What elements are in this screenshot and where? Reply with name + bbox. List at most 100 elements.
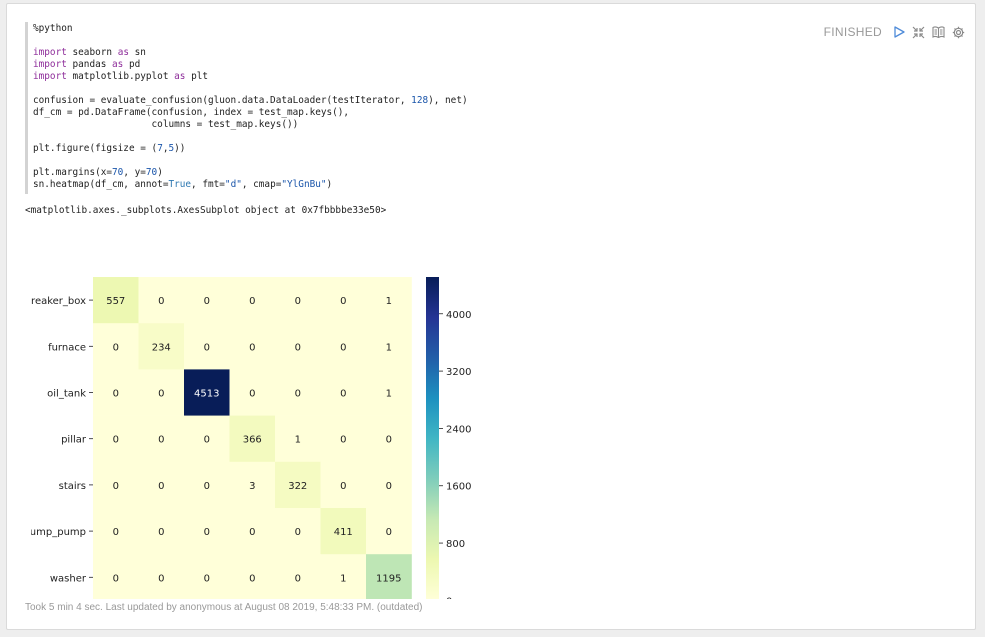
colorbar-tick-label: 1600 <box>446 482 471 493</box>
heatmap-cell-label: 0 <box>158 435 164 446</box>
heatmap-cell-label: 0 <box>295 389 301 400</box>
heatmap-cell-label: 0 <box>113 389 119 400</box>
heatmap-cell-label: 0 <box>295 527 301 538</box>
code-text[interactable]: %python import seaborn as sn import panda… <box>28 22 798 191</box>
colorbar-tick-label: 2400 <box>446 424 471 435</box>
collapse-icon[interactable] <box>912 26 925 39</box>
heatmap-cell-label: 1 <box>386 342 392 353</box>
code-editor[interactable]: %python import seaborn as sn import panda… <box>25 22 798 194</box>
heatmap-cell-label: 0 <box>158 389 164 400</box>
colorbar-tick-label: 800 <box>446 539 465 550</box>
heatmap-cell-label: 0 <box>113 435 119 446</box>
code-token: as <box>112 59 124 70</box>
row-label: furnace <box>48 342 86 353</box>
heatmap-cell-label: 0 <box>249 342 255 353</box>
code-token: , cmap= <box>241 179 282 190</box>
code-token: "YlGnBu" <box>281 179 327 190</box>
code-token: pandas <box>66 59 113 70</box>
row-label: washer <box>50 573 87 584</box>
code-token: 70 <box>112 167 124 178</box>
code-token: df_cm = pd.DataFrame(confusion, index = … <box>33 107 350 118</box>
book-icon[interactable] <box>932 26 945 38</box>
code-token: 128 <box>411 95 429 106</box>
heatmap-cell-label: 0 <box>204 481 210 492</box>
heatmap-cell-label: 3 <box>249 481 255 492</box>
paragraph-control-bar: FINISHED <box>824 25 965 39</box>
code-line: import seaborn as sn <box>33 47 798 59</box>
heatmap-cell-label: 1 <box>386 296 392 307</box>
heatmap-cell-label: 0 <box>204 342 210 353</box>
output-text: <matplotlib.axes._subplots.AxesSubplot o… <box>25 205 387 216</box>
code-token: pd <box>123 59 141 70</box>
code-line: df_cm = pd.DataFrame(confusion, index = … <box>33 107 798 119</box>
code-token: True <box>168 179 192 190</box>
heatmap-cell-label: 0 <box>340 389 346 400</box>
heatmap-cell-label: 411 <box>334 527 353 538</box>
code-token: as <box>174 71 186 82</box>
code-token: plt.margins(x= <box>33 167 113 178</box>
row-label: ump_pump <box>30 527 86 538</box>
heatmap-chart: 557 0 0 0 0 0 1 0 234 0 0 0 0 1 0 0 4513 0 0 0 1 0 0 0 366 1 0 0 0 0 0… <box>30 277 471 599</box>
code-token: plt <box>185 71 208 82</box>
code-line: confusion = evaluate_confusion(gluon.dat… <box>33 95 798 107</box>
code-token: sn.heatmap(df_cm, annot= <box>33 179 169 190</box>
heatmap-cell-label: 1 <box>340 573 346 584</box>
heatmap-cell-label: 0 <box>158 296 164 307</box>
row-label: reaker_box <box>31 296 86 307</box>
code-token: ) <box>326 179 333 190</box>
code-line: columns = test_map.keys()) <box>33 119 798 131</box>
heatmap-cell-label: 0 <box>158 481 164 492</box>
run-icon[interactable] <box>893 26 905 38</box>
heatmap-cell-label: 1 <box>295 435 301 446</box>
heatmap-cell-label: 0 <box>295 573 301 584</box>
code-token: import <box>33 47 67 58</box>
code-token: columns = test_map.keys()) <box>33 119 299 130</box>
heatmap-cell-label: 0 <box>340 435 346 446</box>
heatmap-cell-label: 0 <box>295 342 301 353</box>
heatmap-cell-label: 0 <box>249 389 255 400</box>
code-line: plt.margins(x=70, y=70) <box>33 167 798 179</box>
heatmap-cell-label: 0 <box>386 527 392 538</box>
code-token: ), net) <box>428 95 468 106</box>
gear-icon[interactable] <box>952 26 965 39</box>
heatmap-cell-label: 0 <box>386 435 392 446</box>
code-token: , y= <box>123 167 146 178</box>
heatmap-cell-label: 234 <box>152 342 171 353</box>
code-token: sn <box>128 47 146 58</box>
paragraph-footer: Took 5 min 4 sec. Last updated by anonym… <box>25 602 423 613</box>
code-token: ) <box>157 167 163 178</box>
heatmap-cell-label: 0 <box>158 527 164 538</box>
heatmap-cell-label: 0 <box>204 435 210 446</box>
heatmap-cell-label: 0 <box>386 481 392 492</box>
colorbar-tick-label: 0 <box>446 596 452 599</box>
code-line: import matplotlib.pyplot as plt <box>33 71 798 83</box>
heatmap-cell-label: 0 <box>249 573 255 584</box>
heatmap-cell-label: 0 <box>340 342 346 353</box>
row-label: pillar <box>61 435 87 446</box>
heatmap-cell-label: 0 <box>204 527 210 538</box>
heatmap-cell-label: 0 <box>340 296 346 307</box>
heatmap-cell-label: 0 <box>113 573 119 584</box>
code-token: )) <box>174 143 186 154</box>
code-token: , fmt= <box>191 179 225 190</box>
heatmap-cell-label: 1195 <box>376 573 401 584</box>
heatmap-cell-label: 4513 <box>194 389 219 400</box>
heatmap-cell-label: 0 <box>249 527 255 538</box>
code-token: %python <box>33 23 73 34</box>
code-token: "d" <box>224 179 242 190</box>
code-line: import pandas as pd <box>33 59 798 71</box>
code-line: %python <box>33 23 798 35</box>
code-token: import <box>33 59 67 70</box>
heatmap-cell-label: 0 <box>113 527 119 538</box>
heatmap-cell-label: 0 <box>249 296 255 307</box>
heatmap-cell-label: 0 <box>158 573 164 584</box>
notebook-paragraph: FINISHED %python import seaborn as sn im… <box>6 3 976 630</box>
colorbar-tick-label: 3200 <box>446 367 471 378</box>
code-token: 70 <box>145 167 158 178</box>
code-line: plt.figure(figsize = (7,5)) <box>33 143 798 155</box>
row-label: oil_tank <box>47 389 86 400</box>
code-token: confusion = evaluate_confusion(gluon.dat… <box>33 95 412 106</box>
